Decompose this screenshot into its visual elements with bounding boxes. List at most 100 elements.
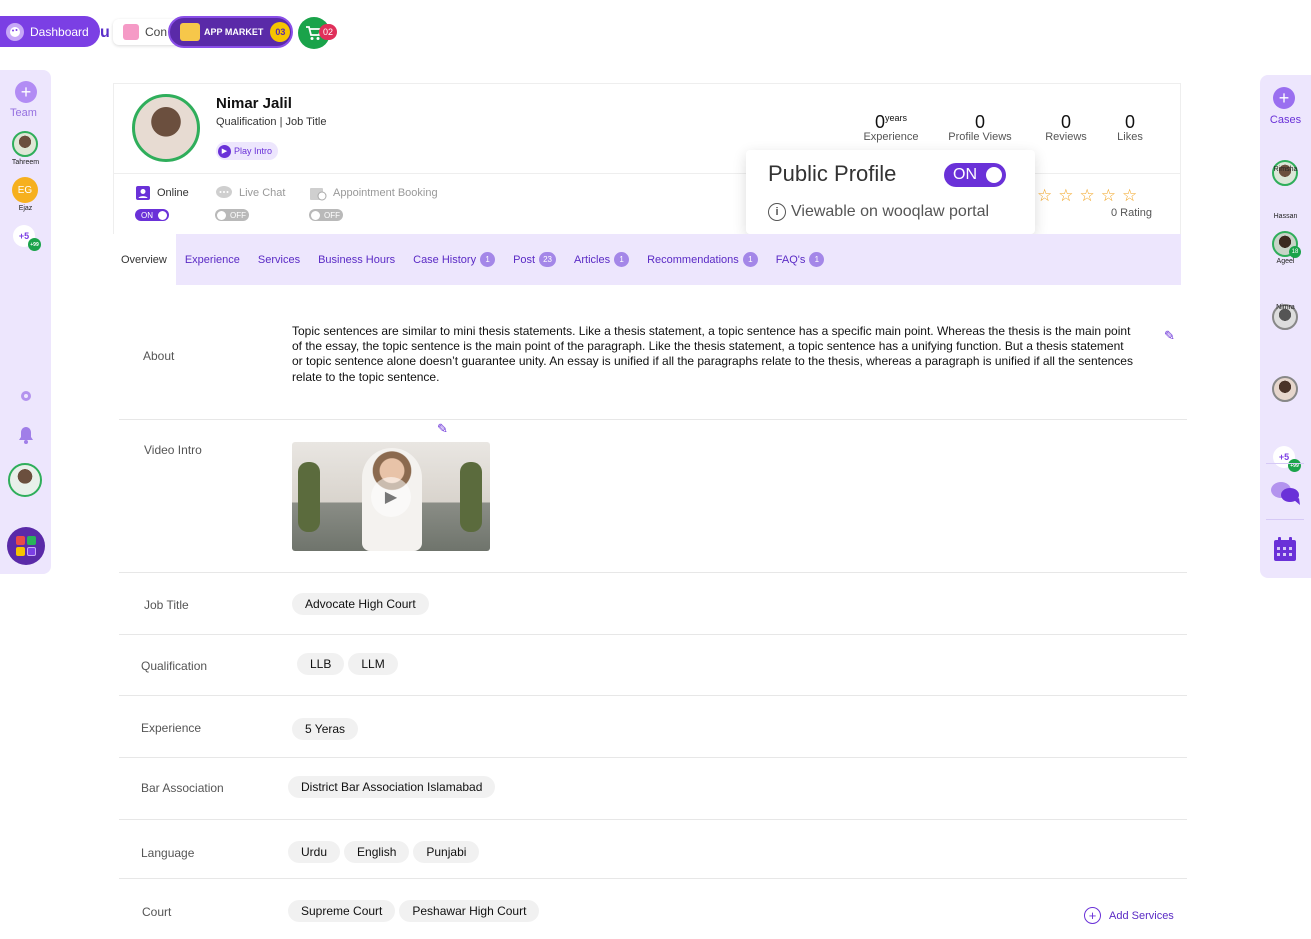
language-label: Language xyxy=(141,846,195,860)
member-name: Rimsha xyxy=(1273,166,1298,173)
qualification-chips: LLB LLM xyxy=(297,653,398,675)
public-profile-toggle[interactable]: ON xyxy=(944,163,1006,187)
tab-case-history[interactable]: Case History 1 xyxy=(404,234,504,285)
cart-count-badge: 02 xyxy=(319,24,337,40)
more-members-button[interactable]: +5 +99 xyxy=(13,225,41,251)
tab-label: FAQ's xyxy=(775,253,806,266)
stat-value: 0 xyxy=(874,112,885,132)
online-toggle[interactable]: ON xyxy=(135,209,169,221)
popup-info: i Viewable on wooqlaw portal xyxy=(768,203,989,221)
add-services-button[interactable]: + Add Services xyxy=(1084,907,1174,924)
tab-label: Post xyxy=(513,253,536,266)
member-name: Ejaz xyxy=(18,205,33,212)
chip: Supreme Court xyxy=(288,900,396,922)
tab-services[interactable]: Services xyxy=(249,234,309,285)
chip: District Bar Association Islamabad xyxy=(288,776,496,798)
divider xyxy=(119,634,1187,635)
dashboard-label: Dashboard xyxy=(30,24,89,39)
calendar-icon[interactable] xyxy=(1273,536,1297,567)
toggle-knob xyxy=(158,210,167,220)
toggle-label: ON xyxy=(953,166,977,183)
add-team-icon[interactable]: + xyxy=(15,81,37,103)
toggle-knob xyxy=(986,167,1002,183)
stat-unit: years xyxy=(885,113,908,123)
palette-icon xyxy=(6,22,24,41)
avatar[interactable] xyxy=(1272,160,1298,186)
tab-post[interactable]: Post 23 xyxy=(504,234,565,285)
member-badge: 18 xyxy=(1289,246,1301,258)
settings-icon[interactable] xyxy=(0,388,51,409)
status-live-chat: Live Chat xyxy=(215,185,285,200)
tab-label: Articles xyxy=(574,253,611,266)
stat-likes: 0 Likes xyxy=(1108,112,1152,143)
tab-badge: 1 xyxy=(614,252,630,267)
rating-text: 0 Rating xyxy=(1111,207,1152,219)
more-cases-button[interactable]: +5 +99 xyxy=(1273,446,1301,472)
divider xyxy=(119,419,1187,420)
stat-value: 0 xyxy=(974,112,985,132)
experience-label: Experience xyxy=(141,721,202,735)
app-market-count: 03 xyxy=(270,22,291,42)
tab-badge: 23 xyxy=(539,252,557,267)
play-intro-button[interactable]: ▶ Play Intro xyxy=(216,142,279,160)
stat-label: Reviews xyxy=(1045,131,1087,143)
tab-business-hours[interactable]: Business Hours xyxy=(309,234,404,285)
appointment-icon xyxy=(310,188,327,201)
qualification-label: Qualification xyxy=(141,659,208,673)
edit-video-icon[interactable]: ✎ xyxy=(437,421,448,437)
bar-association-chips: District Bar Association Islamabad xyxy=(288,776,496,798)
chat-bubble-icon xyxy=(216,186,232,198)
live-chat-toggle[interactable]: OFF xyxy=(215,209,249,221)
divider xyxy=(119,757,1187,758)
tab-recommendations[interactable]: Recommendations 1 xyxy=(638,234,767,285)
language-chips: Urdu English Punjabi xyxy=(288,841,480,863)
tab-label: Recommendations xyxy=(647,253,739,266)
more-members-sub: +99 xyxy=(28,238,41,251)
stat-label: Profile Views xyxy=(948,131,1012,143)
divider xyxy=(119,878,1187,879)
avatar[interactable] xyxy=(12,131,38,157)
play-icon[interactable]: ▶ xyxy=(371,477,411,517)
toggle-knob xyxy=(217,210,226,220)
stat-value: 0 xyxy=(1060,112,1071,132)
status-online: Online xyxy=(135,185,189,201)
play-icon: ▶ xyxy=(218,144,231,158)
tab-label: Services xyxy=(257,253,301,266)
bell-icon[interactable] xyxy=(0,426,51,449)
plant-decoration xyxy=(460,462,482,532)
tab-experience[interactable]: Experience xyxy=(176,234,249,285)
info-icon: i xyxy=(768,203,786,221)
divider xyxy=(119,819,1187,820)
video-intro-thumbnail[interactable]: ▶ xyxy=(292,442,490,551)
toggle-label: OFF xyxy=(230,210,246,220)
add-case-icon[interactable]: + xyxy=(1273,87,1295,109)
cases-label: Cases xyxy=(1269,114,1302,126)
avatar[interactable]: EG xyxy=(12,177,38,203)
tab-overview[interactable]: Overview xyxy=(112,234,176,285)
status-label: Appointment Booking xyxy=(333,187,438,199)
plant-decoration xyxy=(298,462,320,532)
avatar[interactable] xyxy=(1272,376,1298,402)
chip: Punjabi xyxy=(413,841,480,863)
job-title-label: Job Title xyxy=(144,598,189,612)
profile-name: Nimar Jalil xyxy=(216,95,292,112)
appointment-toggle[interactable]: OFF xyxy=(309,209,343,221)
tab-articles[interactable]: Articles 1 xyxy=(565,234,638,285)
app-market-button[interactable]: APP MARKET 03 xyxy=(168,16,293,48)
dashboard-button[interactable]: Dashboard xyxy=(0,16,100,47)
apps-grid-icon[interactable] xyxy=(7,527,45,565)
add-circle-icon: + xyxy=(1084,907,1101,924)
chip: 5 Yeras xyxy=(292,718,359,740)
profile-avatar[interactable] xyxy=(132,94,200,162)
edit-about-icon[interactable]: ✎ xyxy=(1164,328,1175,344)
tab-label: Case History xyxy=(413,253,477,266)
status-appointment-booking: Appointment Booking xyxy=(309,185,438,201)
add-services-label: Add Services xyxy=(1109,909,1174,922)
user-avatar[interactable] xyxy=(8,463,42,497)
tab-label: Overview xyxy=(121,253,167,266)
court-chips: Supreme Court Peshawar High Court xyxy=(288,900,540,922)
contacts-icon xyxy=(123,24,139,40)
tab-faqs[interactable]: FAQ's 1 xyxy=(767,234,834,285)
avatar[interactable]: 18 xyxy=(1272,231,1301,258)
chat-icon[interactable] xyxy=(1270,480,1302,511)
